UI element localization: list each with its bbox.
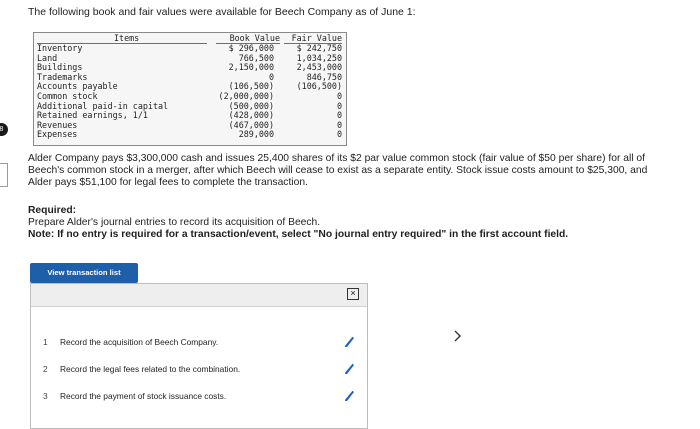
transaction-number: 2 xyxy=(43,364,48,374)
note-text: If no entry is required for a transactio… xyxy=(57,229,569,240)
row-fair-value: 0 xyxy=(336,90,342,101)
problem-paragraph: Alder Company pays $3,300,000 cash and i… xyxy=(28,153,648,188)
table-row: Retained earnings, 1/1 (428,000) 0 xyxy=(34,111,346,121)
transaction-description: Record the payment of stock issuance cos… xyxy=(60,391,227,401)
row-book-value: 2,150,000 xyxy=(228,62,274,73)
transaction-list-panel: × 1 Record the acquisition of Beech Comp… xyxy=(30,283,368,429)
question-marker: 8 xyxy=(0,123,8,136)
pencil-icon[interactable] xyxy=(342,335,356,349)
pencil-icon[interactable] xyxy=(342,362,356,376)
table-row: Expenses 289,000 0 xyxy=(34,130,346,140)
table-row: Revenues (467,000) 0 xyxy=(34,119,346,131)
row-fair-value: (106,500) xyxy=(296,81,342,92)
list-item[interactable]: 1 Record the acquisition of Beech Compan… xyxy=(31,335,367,349)
required-heading: Required: xyxy=(28,205,77,216)
transaction-list-header: × xyxy=(31,284,367,307)
transaction-description: Record the legal fees related to the com… xyxy=(60,364,241,374)
values-table: Items Book Value Fair Value Inventory $ 2… xyxy=(33,32,347,146)
close-icon[interactable]: × xyxy=(347,288,359,300)
transaction-description: Record the acquisition of Beech Company. xyxy=(60,337,219,347)
row-fair-value: 0 xyxy=(336,129,342,140)
list-item[interactable]: 3 Record the payment of stock issuance c… xyxy=(31,389,367,403)
row-item: Expenses xyxy=(37,129,78,140)
view-transaction-list-button[interactable]: View transaction list xyxy=(30,263,138,283)
transaction-number: 1 xyxy=(43,337,48,347)
transaction-number: 3 xyxy=(43,391,48,401)
row-fair-value: 0 xyxy=(336,110,342,121)
required-text: Prepare Alder's journal entries to recor… xyxy=(28,217,321,228)
side-tab[interactable] xyxy=(0,163,8,187)
row-book-value: 289,000 xyxy=(238,129,274,140)
row-fair-value: 0 xyxy=(336,119,342,130)
pencil-icon[interactable] xyxy=(342,389,356,403)
intro-text: The following book and fair values were … xyxy=(28,6,416,18)
required-note: Note: If no entry is required for a tran… xyxy=(28,229,568,240)
note-label: Note: xyxy=(28,229,55,240)
row-fair-value: 0 xyxy=(336,100,342,111)
chevron-right-icon[interactable] xyxy=(451,329,463,343)
table-body: Inventory $ 296,000 $ 242,750 Land 766,500 1… xyxy=(34,43,346,140)
list-item[interactable]: 2 Record the legal fees related to the c… xyxy=(31,362,367,376)
